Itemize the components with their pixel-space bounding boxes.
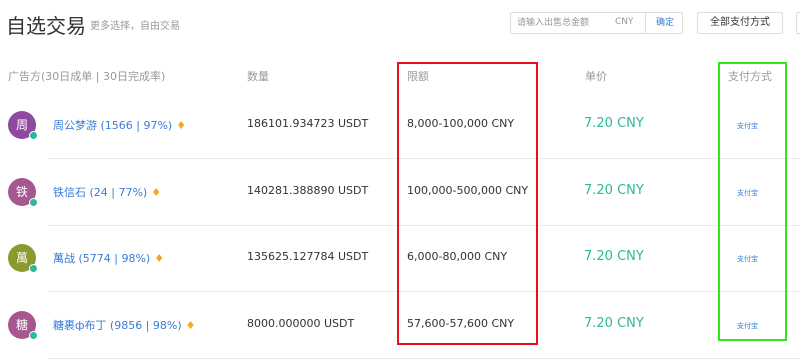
avatar[interactable]: 铁	[8, 178, 38, 207]
row-divider	[48, 225, 800, 226]
unit-price: 7.20 CNY	[584, 116, 644, 131]
limit: 8,000-100,000 CNY	[407, 117, 515, 130]
amount-search-group: CNY 确定	[510, 12, 683, 34]
quantity: 8000.000000 USDT	[247, 317, 355, 330]
online-indicator-icon	[29, 264, 38, 273]
online-indicator-icon	[29, 131, 38, 140]
avatar[interactable]: 萬	[8, 244, 38, 273]
page-title: 自选交易	[6, 14, 86, 38]
column-header-payment: 支付方式	[728, 70, 772, 83]
column-header-limit: 限额	[407, 70, 429, 83]
diamond-icon: ♦	[176, 119, 187, 132]
payment-method: 支付宝	[737, 189, 758, 197]
quantity: 140281.388890 USDT	[247, 184, 369, 197]
row-divider	[48, 158, 800, 159]
currency-label: CNY	[615, 17, 634, 27]
limit: 57,600-57,600 CNY	[407, 317, 515, 330]
limit: 6,000-80,000 CNY	[407, 250, 508, 263]
limit: 100,000-500,000 CNY	[407, 184, 529, 197]
avatar-letter: 萬	[15, 251, 28, 265]
limit-highlight-box	[397, 62, 538, 345]
extra-button[interactable]	[796, 12, 800, 34]
avatar-letter: 铁	[15, 185, 28, 199]
column-header-advertiser: 广告方(30日成单 | 30日完成率)	[8, 70, 166, 83]
payment-method: 支付宝	[737, 322, 758, 330]
confirm-button[interactable]: 确定	[645, 13, 684, 33]
advertiser-name[interactable]: 萬战 (5774 | 98%)	[53, 252, 150, 265]
payment-highlight-box	[718, 62, 787, 341]
avatar-letter: 周	[15, 118, 28, 132]
column-header-price: 单价	[585, 70, 607, 83]
page-subtitle: 更多选择，自由交易	[90, 21, 180, 32]
online-indicator-icon	[29, 198, 38, 207]
avatar[interactable]: 周	[8, 111, 38, 140]
advertiser-name[interactable]: 铁信石 (24 | 77%)	[53, 186, 147, 199]
column-header-quantity: 数量	[247, 70, 269, 83]
unit-price: 7.20 CNY	[584, 316, 644, 331]
row-divider	[48, 291, 800, 292]
diamond-icon: ♦	[154, 252, 165, 265]
avatar[interactable]: 糖	[8, 311, 38, 340]
advertiser-name[interactable]: 糖裹ф布丁 (9856 | 98%)	[53, 319, 182, 332]
payment-filter-button[interactable]: 全部支付方式	[697, 12, 783, 34]
online-indicator-icon	[29, 331, 38, 340]
diamond-icon: ♦	[185, 319, 196, 332]
advertiser-name[interactable]: 周公梦游 (1566 | 97%)	[53, 119, 172, 132]
quantity: 186101.934723 USDT	[247, 117, 369, 130]
unit-price: 7.20 CNY	[584, 183, 644, 198]
quantity: 135625.127784 USDT	[247, 250, 369, 263]
avatar-letter: 糖	[15, 318, 28, 332]
payment-method: 支付宝	[737, 255, 758, 263]
payment-method: 支付宝	[737, 122, 758, 130]
unit-price: 7.20 CNY	[584, 249, 644, 264]
amount-input[interactable]	[511, 13, 617, 33]
diamond-icon: ♦	[151, 186, 162, 199]
